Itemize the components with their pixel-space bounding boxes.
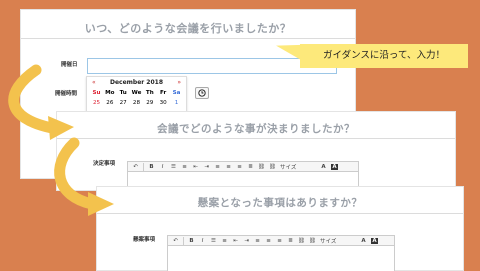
flow-arrow-2 (54, 137, 114, 216)
flow-arrow-1 (8, 64, 74, 140)
flow-arrows (8, 64, 114, 216)
